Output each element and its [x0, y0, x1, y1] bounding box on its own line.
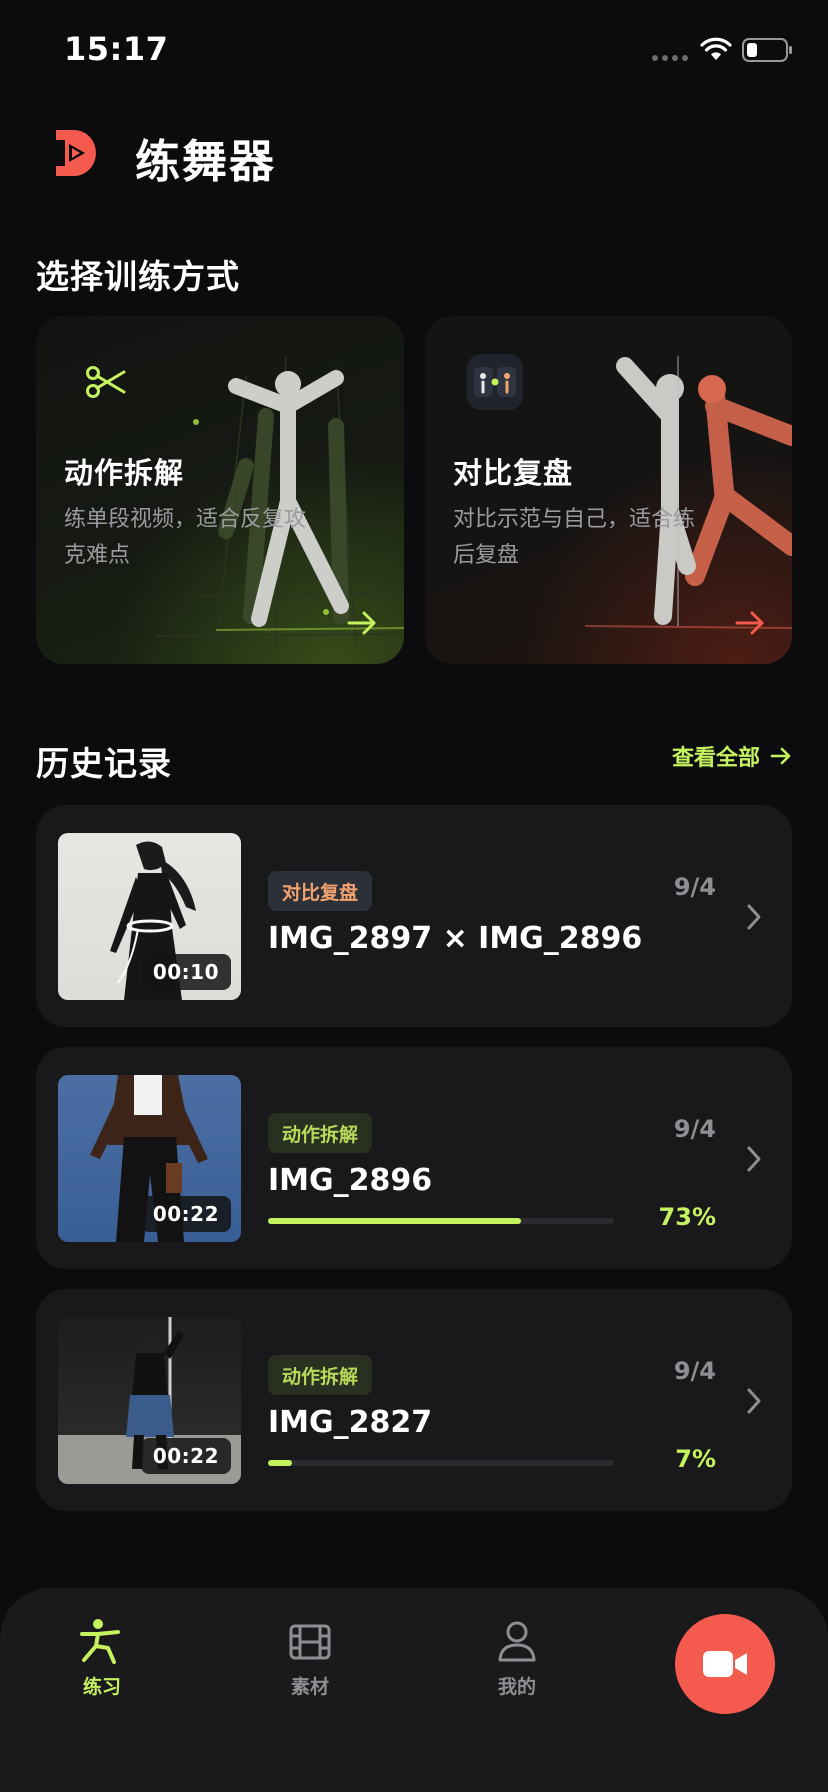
video-duration: 00:22: [140, 1438, 231, 1474]
tab-materials[interactable]: 素材: [250, 1618, 370, 1699]
video-duration: 00:10: [140, 954, 231, 990]
view-all-label: 查看全部: [671, 746, 760, 771]
mode-section-title: 选择训练方式: [36, 257, 240, 296]
mode-card-compare[interactable]: 对比复盘 对比示范与自己，适合练后复盘: [425, 316, 792, 664]
wifi-icon: [700, 37, 732, 60]
tab-label: 练习: [82, 1676, 121, 1698]
tab-profile[interactable]: 我的: [457, 1618, 577, 1699]
status-bar: 15:17: [0, 0, 828, 100]
history-date: 9/4: [673, 1115, 716, 1143]
mode-name: 动作拆解: [64, 456, 185, 490]
progress-percent: 73%: [658, 1203, 716, 1231]
progress-bar: [268, 1460, 614, 1466]
tab-bar: 练习 素材 我的: [0, 1588, 828, 1792]
mode-card-split[interactable]: 动作拆解 练单段视频，适合反复攻克难点: [36, 316, 404, 664]
tab-label: 素材: [290, 1676, 329, 1698]
progress-bar: [268, 1218, 614, 1224]
video-camera-icon: [703, 1651, 747, 1677]
cellular-signal-icon: [652, 55, 688, 61]
chevron-right-icon: [747, 1146, 761, 1172]
mode-tag: 动作拆解: [268, 1113, 373, 1153]
record-video-button[interactable]: [675, 1614, 775, 1714]
chevron-right-icon: [747, 1388, 761, 1414]
mode-description: 练单段视频，适合反复攻克难点: [64, 507, 307, 568]
progress-fill: [268, 1460, 293, 1466]
video-duration: 00:22: [140, 1196, 231, 1232]
history-name: IMG_2897 × IMG_2896: [268, 921, 643, 956]
history-date: 9/4: [673, 1357, 716, 1385]
app-title: 练舞器: [135, 135, 277, 188]
arrow-right-icon: [770, 747, 791, 765]
chevron-right-icon: [747, 904, 761, 930]
person-icon: [498, 1621, 536, 1662]
scissors-icon: [78, 354, 134, 410]
compare-icon: [467, 354, 523, 410]
history-item[interactable]: 00:10 对比复盘 9/4 IMG_2897 × IMG_2896: [36, 805, 792, 1027]
status-time: 15:17: [64, 30, 169, 68]
dance-logo-icon: [56, 130, 96, 176]
video-thumbnail: 00:22: [58, 1317, 241, 1484]
mode-name: 对比复盘: [453, 456, 574, 490]
arrow-right-icon: [735, 611, 764, 635]
history-item[interactable]: 00:22 动作拆解 9/4 IMG_2896 73%: [36, 1047, 792, 1269]
dancer-icon: [80, 1619, 120, 1664]
mode-tag: 对比复盘: [268, 871, 373, 911]
view-all-link[interactable]: 查看全部: [672, 740, 792, 772]
progress-fill: [268, 1218, 521, 1224]
history-date: 9/4: [673, 873, 716, 901]
history-name: IMG_2827: [268, 1405, 433, 1440]
film-icon: [289, 1624, 331, 1660]
progress-percent: 7%: [675, 1445, 716, 1473]
tab-label: 我的: [497, 1676, 536, 1698]
mode-description: 对比示范与自己，适合练后复盘: [453, 507, 696, 568]
video-thumbnail: 00:22: [58, 1075, 241, 1242]
video-thumbnail: 00:10: [58, 833, 241, 1000]
history-item[interactable]: 00:22 动作拆解 9/4 IMG_2827 7%: [36, 1289, 792, 1511]
history-name: IMG_2896: [268, 1163, 433, 1198]
mode-tag: 动作拆解: [268, 1355, 373, 1395]
tab-practice[interactable]: 练习: [42, 1618, 162, 1699]
arrow-right-icon: [347, 611, 376, 635]
battery-icon: [742, 38, 792, 62]
history-section-title: 历史记录: [36, 744, 172, 783]
